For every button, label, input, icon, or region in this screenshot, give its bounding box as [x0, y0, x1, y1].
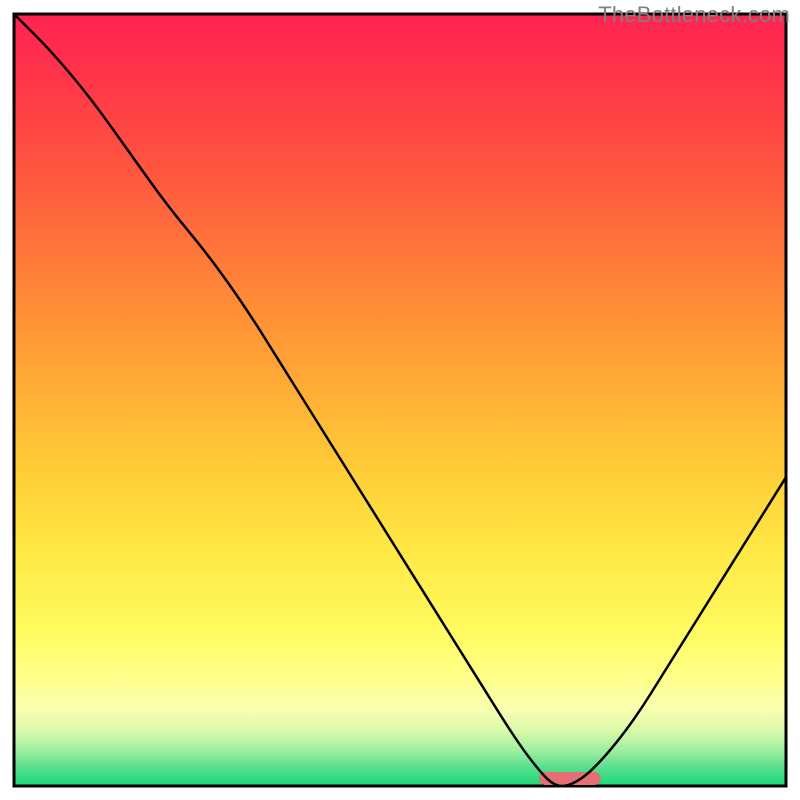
chart-svg: [0, 0, 800, 800]
watermark-text: TheBottleneck.com: [598, 2, 790, 28]
gradient-background: [14, 14, 786, 786]
bottleneck-chart: TheBottleneck.com: [0, 0, 800, 800]
